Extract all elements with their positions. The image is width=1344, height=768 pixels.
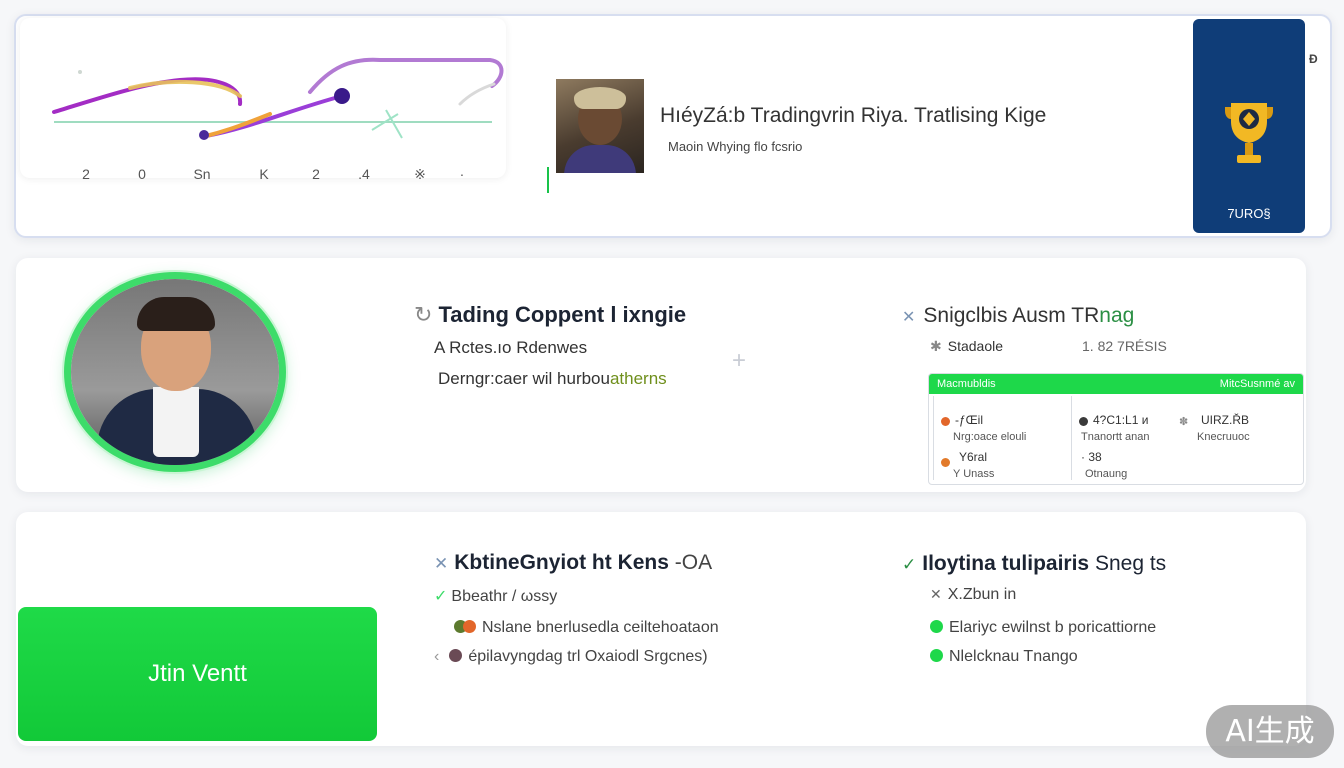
event-subtitle: ✓ Bbeathr / ωssy bbox=[434, 586, 557, 606]
stats-title-highlight: nag bbox=[1099, 304, 1135, 327]
trophy-icon bbox=[1225, 103, 1273, 163]
tick-label: 0 bbox=[138, 166, 146, 182]
stat-value: UIRZ.ŘB bbox=[1201, 413, 1249, 427]
accent-divider bbox=[547, 167, 549, 193]
stats-subtitle: ✱ Stadaole bbox=[930, 338, 1003, 355]
tick-label: 2 bbox=[312, 166, 320, 182]
tick-label: 2 bbox=[82, 166, 90, 182]
stat-value: 4?C1:L1 и bbox=[1093, 413, 1149, 427]
stat-value: · 38 bbox=[1081, 450, 1102, 464]
event-item-text: épilavyngdag trl Oxaiodl Srgcnes) bbox=[468, 648, 708, 665]
tick-label: · bbox=[459, 166, 465, 182]
bullet-icon: ‹ bbox=[434, 648, 440, 665]
strategy-subtitle: ✕ X.Zbun in bbox=[930, 586, 1016, 604]
avatar[interactable] bbox=[64, 272, 286, 472]
status-dot-dark bbox=[1079, 417, 1088, 426]
close-icon[interactable]: ✕ bbox=[434, 554, 448, 573]
corner-settings-icon[interactable]: Ɖ bbox=[1309, 52, 1318, 66]
strategy-item-text: Elariyc ewilnst b poricattiorne bbox=[949, 619, 1157, 636]
stats-table-header: Macmubldis MitcSusnmé av bbox=[929, 374, 1303, 394]
strategy-title-text: Iloytina tulipairis bbox=[922, 552, 1090, 575]
strategy-subtitle-text: X.Zbun in bbox=[947, 586, 1017, 603]
refresh-icon[interactable]: ↻ bbox=[414, 302, 432, 327]
stats-title-text: Snigclbis Ausm TR bbox=[923, 304, 1100, 327]
tick-label: K bbox=[259, 166, 269, 182]
stat-label: Nrg:oace elouli bbox=[953, 431, 1027, 443]
stats-table: Macmubldis MitcSusnmé av -ƒŒil Nrg:oace … bbox=[928, 373, 1304, 485]
profile-title: ↻ Tading Coppent l ixngie bbox=[414, 302, 686, 328]
stat-label: Knecruuoc bbox=[1197, 431, 1250, 443]
chart-dot-decor bbox=[78, 70, 82, 74]
stat-value: -ƒŒil bbox=[955, 413, 984, 427]
status-dot-orange bbox=[941, 417, 950, 426]
trader-photo bbox=[556, 79, 644, 173]
stats-value: 1. 82 7RÉSIS bbox=[1082, 338, 1167, 354]
page-title: HıéyZá:b Tradingvrin Riya. Tratlising Ki… bbox=[660, 104, 1047, 127]
stats-subtitle-text: Stadaole bbox=[947, 338, 1004, 354]
event-title-text: KbtineGnyiot ht Kens bbox=[454, 551, 669, 574]
profile-title-text: Tading Coppent l ixngie bbox=[438, 302, 687, 327]
trophy-badge[interactable]: 7URO§ bbox=[1193, 19, 1305, 233]
event-title-suffix: -OA bbox=[674, 551, 713, 574]
strategy-item[interactable]: Elariyc ewilnst b poricattiorne bbox=[930, 619, 1156, 637]
ai-generated-watermark: AI生成 bbox=[1206, 705, 1334, 758]
check-icon: ✓ bbox=[902, 555, 917, 574]
tick-label: .4 bbox=[358, 166, 370, 182]
event-item[interactable]: Nslane bnerlusedla ceiltehoataon bbox=[454, 619, 719, 637]
chart-series-lilac bbox=[308, 57, 504, 94]
stat-label: Otnaung bbox=[1085, 468, 1128, 480]
plus-icon[interactable]: + bbox=[732, 347, 746, 375]
strategy-item[interactable]: Nlelcknau Tnango bbox=[930, 648, 1078, 666]
stat-label: Tnanortt anan bbox=[1081, 431, 1150, 443]
stat-label: Y Unass bbox=[953, 468, 995, 480]
status-dot-orange bbox=[941, 458, 950, 467]
event-item-text: Nslane bnerlusedla ceiltehoataon bbox=[482, 619, 719, 636]
event-item[interactable]: ‹ épilavyngdag trl Oxaiodl Srgcnes) bbox=[434, 648, 708, 666]
profile-detail-1: A Rctes.ıo Rdenwes bbox=[434, 338, 588, 357]
mini-trading-chart: 2 0 Sn K 2 .4 ※ · bbox=[20, 18, 506, 182]
join-event-button[interactable]: Jtin Ventt bbox=[18, 607, 377, 741]
tick-label: ※ bbox=[414, 166, 426, 182]
stats-header-right: MitcSusnmé av bbox=[1219, 378, 1295, 390]
chart-series-orange bbox=[204, 112, 272, 138]
chart-point-start bbox=[199, 130, 209, 140]
status-dot-green bbox=[930, 620, 943, 633]
chart-x-ticks: 2 0 Sn K 2 .4 ※ · bbox=[20, 166, 506, 182]
strategy-title: ✓ Iloytina tulipairis Sneg ts bbox=[902, 552, 1166, 576]
profile-detail-2-text: Derngr:caer wil hurbou bbox=[438, 369, 610, 388]
chart-point-active bbox=[334, 88, 350, 104]
stats-header-left: Macmubldis bbox=[937, 378, 996, 390]
chart-series-grey bbox=[458, 82, 496, 106]
chart-sparkle bbox=[371, 109, 403, 139]
strategy-title-suffix: Sneg ts bbox=[1094, 552, 1167, 575]
avatar-dot bbox=[463, 620, 476, 633]
page-subtitle: Maoin Whying flo fcsrio bbox=[668, 139, 803, 154]
gear-icon: ✱ bbox=[930, 338, 942, 354]
avatar-dot bbox=[449, 649, 463, 662]
strategy-item-text: Nlelcknau Tnango bbox=[949, 648, 1078, 665]
close-icon[interactable]: ✕ bbox=[930, 586, 942, 602]
event-title: ✕ KbtineGnyiot ht Kens -OA bbox=[434, 551, 712, 575]
status-dot-green bbox=[930, 649, 943, 662]
event-subtitle-text: Bbeathr / ωssy bbox=[451, 588, 558, 605]
stat-value: Y6ral bbox=[959, 450, 988, 464]
check-icon: ✓ bbox=[434, 588, 448, 605]
stats-title: ✕ Snigclbis Ausm TRnag bbox=[902, 304, 1134, 328]
sparkle-icon: ✽ bbox=[1179, 416, 1189, 428]
profile-detail-2: Derngr:caer wil hurbouatherns bbox=[438, 369, 667, 389]
tick-label: Sn bbox=[193, 166, 211, 182]
close-icon[interactable]: ✕ bbox=[902, 309, 915, 326]
profile-detail-2-highlight: atherns bbox=[609, 369, 667, 388]
badge-label: 7URO§ bbox=[1227, 206, 1271, 221]
